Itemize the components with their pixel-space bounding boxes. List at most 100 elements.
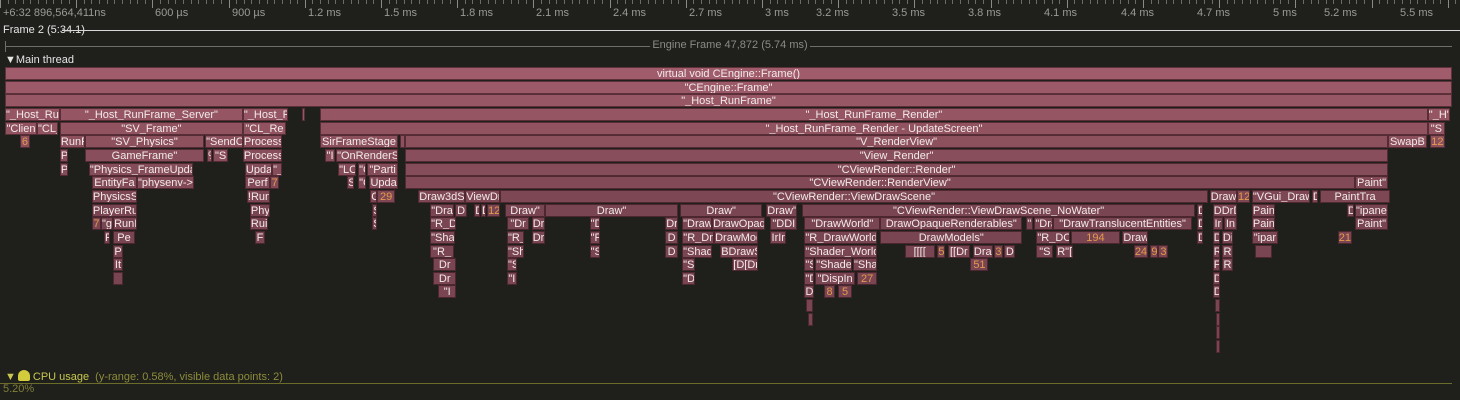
zone-count[interactable]: 27 [857,271,878,285]
zone[interactable]: D [474,203,481,217]
zone[interactable]: "C [358,176,367,190]
zone[interactable]: "Clien [5,121,37,135]
zone[interactable]: R"[ [1055,244,1074,258]
zone-count[interactable]: 12 [1429,135,1445,149]
zone[interactable]: RunI [113,217,137,231]
zone[interactable]: Dr [531,217,546,231]
zone[interactable]: "I [1026,217,1034,231]
zone[interactable]: "CL_Re [242,121,286,135]
zone[interactable]: Paint' [1251,203,1275,217]
zone[interactable]: Phy [249,203,271,217]
zone[interactable]: "View_Render" [405,148,1388,162]
zone-count[interactable]: 7 [270,176,280,190]
zone[interactable]: F [104,230,110,244]
zone[interactable]: DrawOpaqueRenderables" [880,217,1023,231]
zone[interactable]: It [113,258,123,272]
zone[interactable]: "physenv-> [137,176,194,190]
zone[interactable] [1215,340,1220,353]
zone[interactable]: PhysicsS [91,189,137,203]
zone[interactable]: R [1212,244,1220,258]
zone[interactable]: Dr [531,230,546,244]
zone-count[interactable]: 12 [487,203,501,217]
zone[interactable]: "D [804,271,815,285]
zone[interactable]: D [1197,217,1203,231]
zone[interactable]: D [1346,203,1354,217]
zone[interactable]: % [207,148,213,162]
zone[interactable]: Upda [369,176,399,190]
zone[interactable]: "R_DrawWorld [804,230,878,244]
zone[interactable]: [D[Dr [732,258,759,272]
zone-count[interactable]: 5 [937,244,946,258]
zone[interactable]: Paint [1251,217,1275,231]
zone[interactable]: "_Host_RunFrame_Render" [320,108,1428,121]
zone[interactable]: "SV_Frame" [59,121,243,135]
zone[interactable]: D [1004,244,1016,258]
zone[interactable]: Paint" [1355,217,1388,231]
zone[interactable]: "S [1427,121,1445,135]
zone[interactable]: Draw" [680,203,763,217]
zone[interactable]: D [1197,230,1203,244]
zone[interactable]: "CViewRender::Render" [405,162,1388,176]
zone-count[interactable]: 3 [1158,244,1169,258]
zone[interactable]: BDrawS [720,244,759,258]
zone[interactable]: "_Host_Ru [5,108,60,121]
zone[interactable]: PaintTra [1320,189,1391,203]
zone[interactable]: "CViewRender::ViewDrawScene" [500,189,1208,203]
zone[interactable]: D [665,230,679,244]
zone-count[interactable]: 8 [824,285,836,299]
zone[interactable]: !Run [246,189,271,203]
zone[interactable]: "V_RenderView" [405,135,1388,149]
zone[interactable]: "Parti [367,162,399,176]
zone[interactable]: F [255,230,266,244]
zone[interactable] [302,108,306,121]
zone[interactable]: D [1212,271,1220,285]
zone[interactable]: "Sh [507,244,525,258]
zone[interactable]: "SV_Physics" [84,135,205,149]
zone[interactable]: DrawOpaq [712,217,766,231]
zone[interactable]: "Sha [430,230,455,244]
zone-count[interactable]: 29 [377,189,396,203]
frame-row[interactable]: Frame 2 (5:34.1) [0,22,1460,38]
zone[interactable]: R [1221,258,1233,272]
zone-count[interactable]: 21 [1337,230,1352,244]
zone[interactable] [1214,299,1220,313]
zone[interactable]: "D [682,271,696,285]
engine-frame-zone[interactable]: Engine Frame 47,872 (5.74 ms) [0,38,1460,54]
zone[interactable]: "CViewRender::ViewDrawScene_NoWater" [802,203,1195,217]
cpu-usage-header[interactable]: ▼ CPU usage (y-range: 0.58%, visible data … [5,370,283,383]
zone[interactable]: P [113,244,123,258]
zone-count[interactable]: 5 [838,285,852,299]
zone[interactable]: "LC [338,162,356,176]
zone[interactable]: "S [1036,244,1054,258]
zone[interactable]: RunF [59,135,85,149]
zone[interactable] [807,312,813,326]
zone[interactable]: "CViewRender::RenderView" [405,176,1355,190]
zone[interactable]: "_ [272,162,282,176]
zone[interactable]: "S [507,258,517,272]
zone[interactable]: D [804,285,815,299]
zone[interactable]: "VGui_DrawHud" [1251,189,1310,203]
zone[interactable]: [[Dr [947,244,971,258]
zone[interactable]: "S [589,244,600,258]
zone[interactable]: Ir [1212,217,1223,231]
collapse-arrow-icon[interactable]: ▼ [5,371,16,383]
zone[interactable]: "_Host_F [242,108,288,121]
zone[interactable]: "g [101,217,114,231]
zone[interactable]: Dr [433,258,457,272]
zone[interactable]: "SendC [205,135,243,149]
zone[interactable]: DrawM [1122,230,1149,244]
zone[interactable]: F [1212,258,1220,272]
zone[interactable]: "R_Dr [682,230,715,244]
zone[interactable]: D [481,203,486,217]
zone[interactable]: Di [1221,230,1233,244]
zone[interactable] [806,299,813,313]
zone[interactable]: "_Host_RunFrame" [5,94,1452,108]
zone-count[interactable]: 3 [994,244,1003,258]
zone[interactable]: "Sha [853,258,878,272]
zone[interactable] [1215,312,1220,326]
zone[interactable]: "R_DC [1036,230,1071,244]
zone[interactable]: "S [682,258,696,272]
zone[interactable]: GameFrame" [84,148,205,162]
zone[interactable]: Draw3dS [418,189,466,203]
zone[interactable]: Dr [433,271,457,285]
